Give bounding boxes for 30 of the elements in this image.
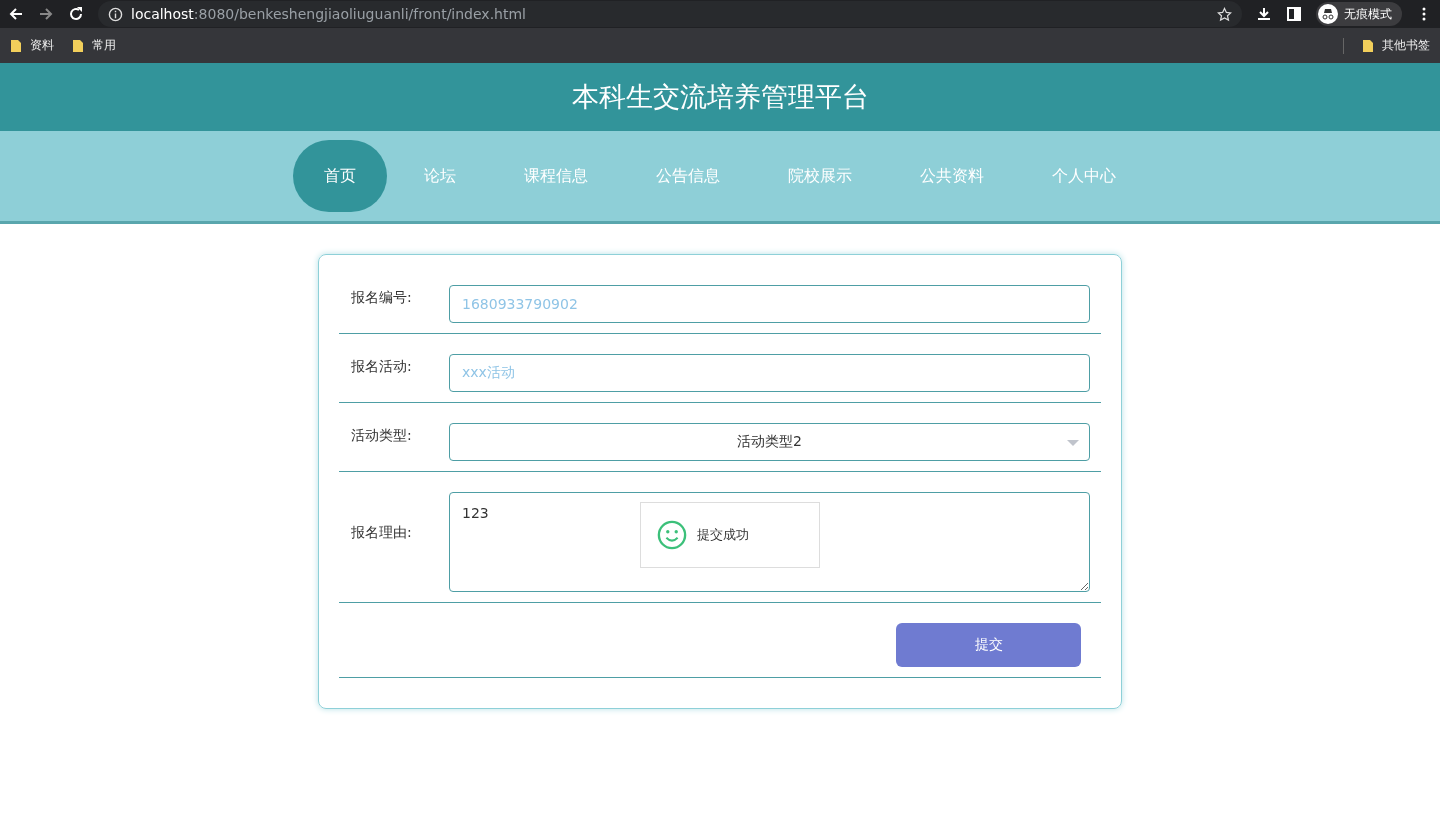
profile-label: 无痕模式	[1344, 5, 1392, 23]
input-field[interactable]: 1680933790902	[449, 285, 1090, 323]
folder-icon[interactable]	[10, 38, 22, 53]
field-label: 报名编号:	[350, 288, 413, 307]
forward-icon[interactable]	[38, 6, 54, 22]
select-field[interactable]: 活动类型2	[449, 423, 1090, 461]
submit-button[interactable]: 提交	[896, 623, 1081, 667]
field-label: 报名活动:	[350, 357, 413, 376]
caret-icon	[1067, 440, 1079, 446]
incognito-icon	[1318, 4, 1338, 24]
field-label: 报名理由:	[350, 523, 413, 542]
input-field[interactable]: xxx活动	[449, 354, 1090, 392]
site-title: 本科生交流培养管理平台	[571, 80, 869, 114]
info-icon	[108, 6, 123, 22]
toast-text: 提交成功	[697, 526, 749, 544]
reload-icon[interactable]	[68, 6, 84, 22]
nav-tab[interactable]: 首页	[293, 140, 387, 212]
download-icon[interactable]	[1256, 6, 1272, 22]
bookmark[interactable]: 资料	[30, 37, 54, 54]
address-bar[interactable]: localhost:8080/benkeshengjiaoliuguanli/front/index.html	[98, 1, 1242, 27]
back-icon[interactable]	[8, 6, 24, 22]
field-label: 活动类型:	[350, 426, 413, 445]
folder-icon[interactable]	[1362, 38, 1374, 53]
profile-chip[interactable]: 无痕模式	[1316, 2, 1402, 26]
smiley-icon	[657, 520, 687, 550]
bookmark[interactable]: 其他书签	[1382, 37, 1430, 54]
star-icon[interactable]	[1217, 6, 1232, 22]
folder-icon[interactable]	[72, 38, 84, 53]
side-panel-icon[interactable]	[1286, 6, 1302, 22]
bookmark[interactable]: 常用	[92, 37, 116, 54]
